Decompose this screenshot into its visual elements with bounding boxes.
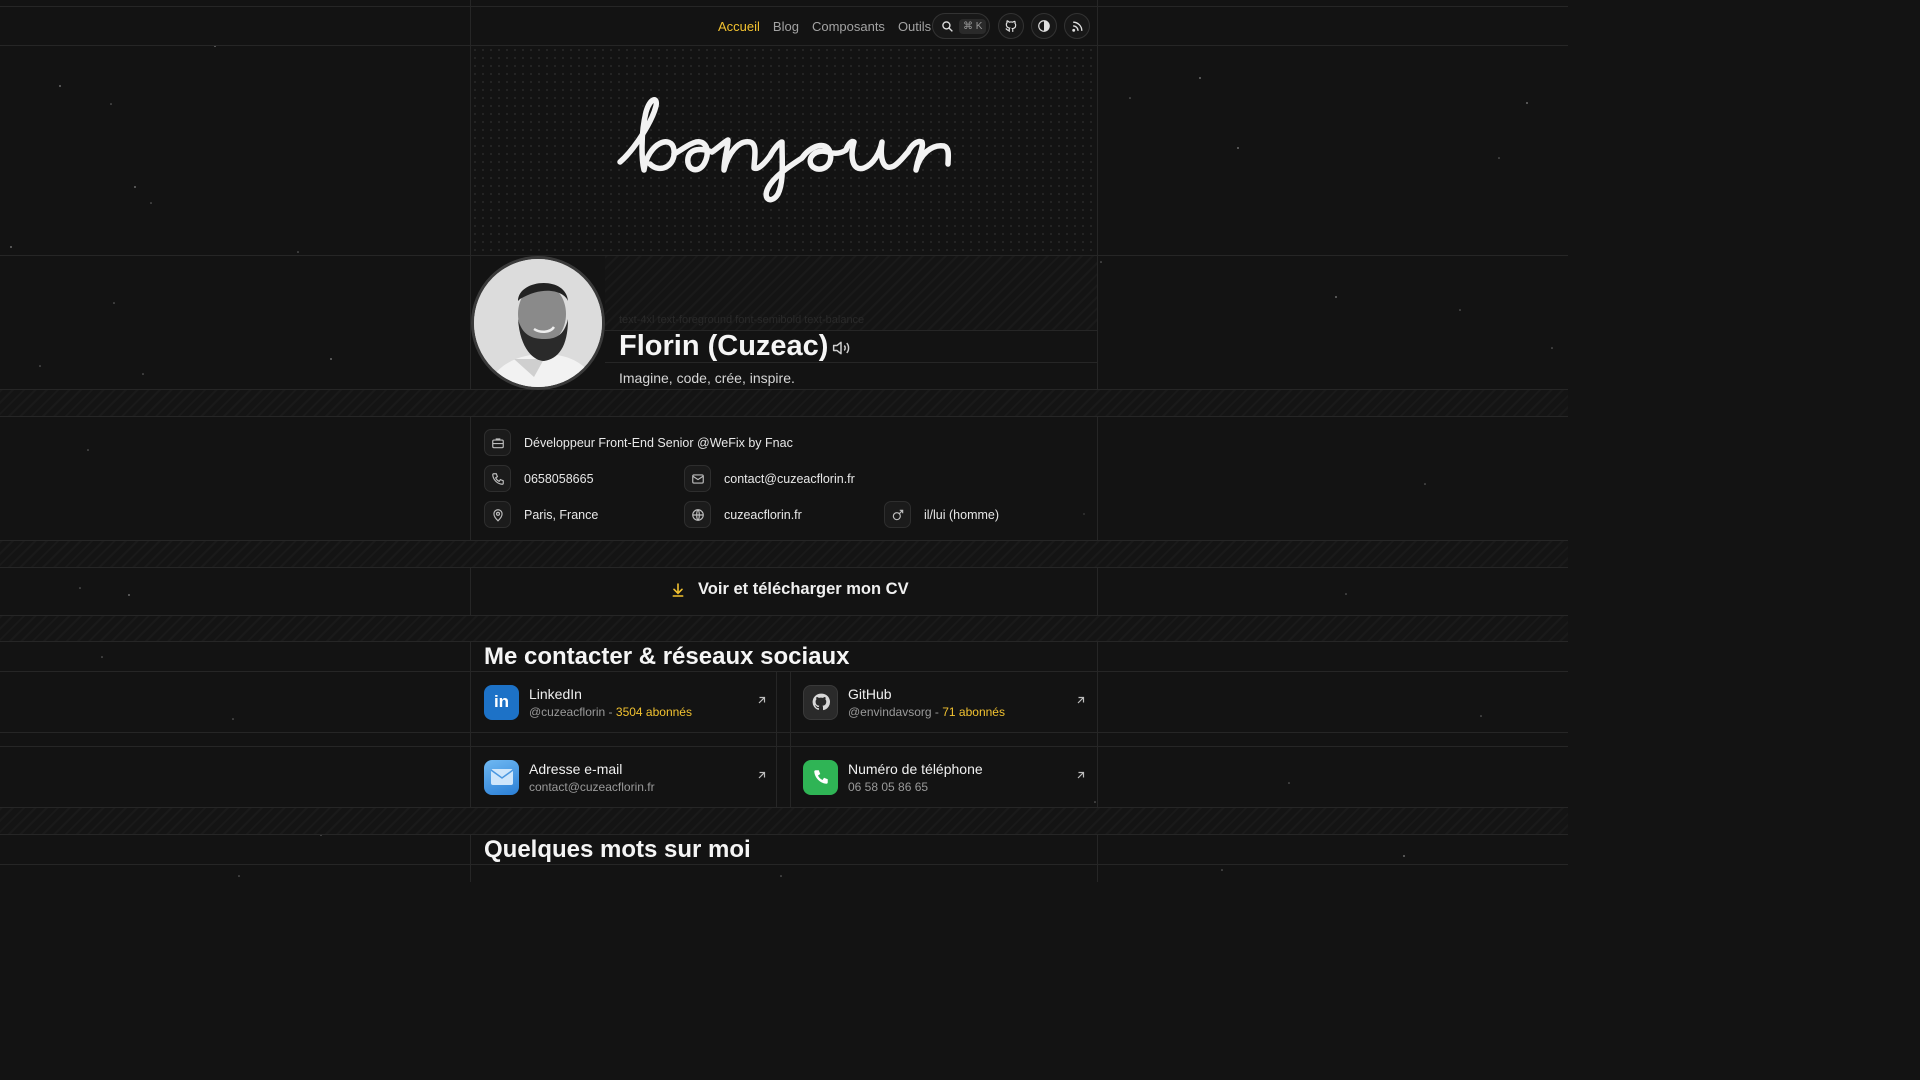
search-icon [942,20,953,32]
ghost-class-text: text-4xl text-foreground font-semibold t… [619,314,865,326]
male-icon [884,501,911,528]
github-button[interactable] [998,13,1024,39]
nav-link-composants[interactable]: Composants [812,19,885,34]
mail-icon [684,465,711,492]
about-section-title: Quelques mots sur moi [484,836,751,863]
card-handle: 06 58 05 86 65 [848,779,929,794]
contact-card-linkedin[interactable]: in LinkedIn @cuzeacflorin - 3504 abonnés [484,674,780,730]
info-phone[interactable]: 0658058665 [484,465,594,492]
linkedin-icon: in [484,684,519,720]
briefcase-icon [484,429,511,456]
info-email-text: contact@cuzeacflorin.fr [724,471,855,486]
nav-link-accueil[interactable]: Accueil [718,19,760,34]
external-link-icon [758,696,766,704]
info-phone-text: 0658058665 [524,471,594,486]
download-cv-label: Voir et télécharger mon CV [698,580,909,598]
rss-button[interactable] [1064,13,1090,39]
card-title: Numéro de téléphone [848,760,983,777]
github-icon [1005,20,1017,32]
arrow-down-icon [672,582,684,597]
github-logo-icon [803,684,838,720]
globe-icon [684,501,711,528]
info-website-text: cuzeacflorin.fr [724,507,802,522]
card-title: GitHub [848,685,892,702]
info-email[interactable]: contact@cuzeacflorin.fr [684,465,855,492]
contact-card-email[interactable]: Adresse e-mail contact@cuzeacflorin.fr [484,749,780,805]
bonjour-handwriting: bonjour [617,97,952,203]
info-pronouns: il/lui (homme) [884,501,999,528]
card-handle: contact@cuzeacflorin.fr [529,779,655,794]
external-link-icon [1077,771,1085,779]
top-navigation: Accueil Blog Composants Outils ⌘ K [0,7,1568,45]
card-handle: @cuzeacflorin - [529,704,613,719]
pronounce-name-button[interactable] [831,339,851,362]
download-cv-button[interactable]: Voir et télécharger mon CV [670,580,909,599]
external-link-icon [758,771,766,779]
speaker-icon [832,341,850,355]
profile-name: Florin (Cuzeac) [619,330,829,362]
card-followers: 71 abonnés [942,704,1005,719]
nav-link-blog[interactable]: Blog [773,19,799,34]
phone-icon [484,465,511,492]
contrast-icon [1038,20,1050,32]
rss-icon [1071,21,1082,32]
contact-section-title: Me contacter & réseaux sociaux [484,643,850,670]
info-job-text: Développeur Front-End Senior @WeFix by F… [524,435,793,450]
nav-links: Accueil Blog Composants Outils [718,19,931,34]
card-handle: @envindavsorg - [848,704,939,719]
avatar-photo [474,259,602,387]
external-link-icon [1077,696,1085,704]
profile-avatar [471,256,605,390]
info-location-text: Paris, France [524,507,599,522]
contact-card-phone[interactable]: Numéro de téléphone 06 58 05 86 65 [803,749,1099,805]
info-job: Développeur Front-End Senior @WeFix by F… [484,429,793,456]
card-title: Adresse e-mail [529,760,623,777]
card-title: LinkedIn [529,685,582,702]
mail-app-icon [484,759,519,795]
info-website[interactable]: cuzeacflorin.fr [684,501,802,528]
search-button[interactable]: ⌘ K [932,13,990,39]
info-location: Paris, France [484,501,598,528]
contact-card-github[interactable]: GitHub @envindavsorg - 71 abonnés [803,674,1099,730]
nav-link-outils[interactable]: Outils [898,19,931,34]
theme-toggle-button[interactable] [1031,13,1057,39]
phone-app-icon [803,759,838,795]
search-shortcut: ⌘ K [959,18,987,34]
info-pronouns-text: il/lui (homme) [924,507,1000,522]
map-pin-icon [484,501,511,528]
profile-tagline: Imagine, code, crée, inspire. [619,370,795,386]
card-followers: 3504 abonnés [615,704,692,719]
